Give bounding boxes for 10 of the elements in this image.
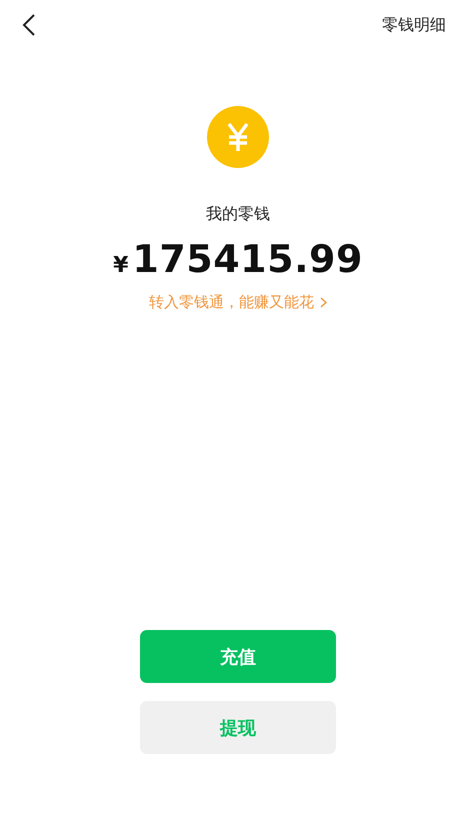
balance-amount: 175415.99 xyxy=(132,237,363,281)
withdraw-button[interactable]: 提现 xyxy=(140,701,336,754)
change-details-link[interactable]: 零钱明细 xyxy=(382,14,446,36)
chevron-icon xyxy=(320,297,327,308)
balance-title: 我的零钱 xyxy=(206,204,270,225)
top-up-button[interactable]: 充值 xyxy=(140,630,336,683)
back-icon[interactable] xyxy=(22,14,36,36)
currency-symbol: ¥ xyxy=(113,253,128,278)
yuan-coin-icon xyxy=(207,106,269,168)
promo-link[interactable]: 转入零钱通，能赚又能花 xyxy=(149,293,327,312)
